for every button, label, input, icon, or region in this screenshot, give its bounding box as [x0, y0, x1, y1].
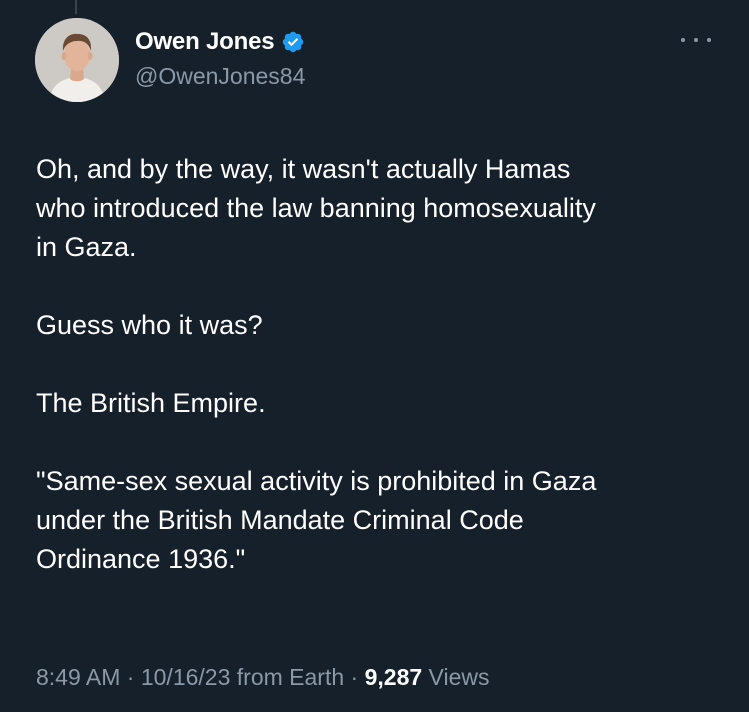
avatar-image [35, 18, 119, 102]
meta-separator: · [344, 664, 365, 690]
author-display-name[interactable]: Owen Jones [135, 28, 275, 56]
verified-badge-icon [281, 30, 305, 54]
avatar[interactable] [35, 18, 119, 102]
tweet-source: from Earth [230, 664, 345, 690]
author-name-row: Owen Jones [135, 28, 305, 56]
meta-separator: · [120, 664, 141, 690]
more-dot [681, 38, 685, 42]
more-dot [707, 38, 711, 42]
tweet-paragraph: Guess who it was? [36, 310, 263, 340]
views-count[interactable]: 9,287 [365, 664, 423, 690]
tweet-metadata: 8:49 AM · 10/16/23 from Earth · 9,287 Vi… [36, 664, 489, 691]
thread-connector-line [75, 0, 77, 14]
more-options-icon[interactable] [681, 30, 711, 50]
tweet-time[interactable]: 8:49 AM [36, 664, 120, 690]
tweet-paragraph: The British Empire. [36, 388, 266, 418]
tweet-paragraph: "Same-sex sexual activity is prohibited … [36, 466, 597, 574]
author-handle[interactable]: @OwenJones84 [135, 63, 305, 90]
tweet-date[interactable]: 10/16/23 [141, 664, 231, 690]
tweet-text: Oh, and by the way, it wasn't actually H… [36, 150, 726, 579]
tweet-paragraph: Oh, and by the way, it wasn't actually H… [36, 154, 596, 262]
views-label[interactable]: Views [422, 664, 490, 690]
more-dot [694, 38, 698, 42]
